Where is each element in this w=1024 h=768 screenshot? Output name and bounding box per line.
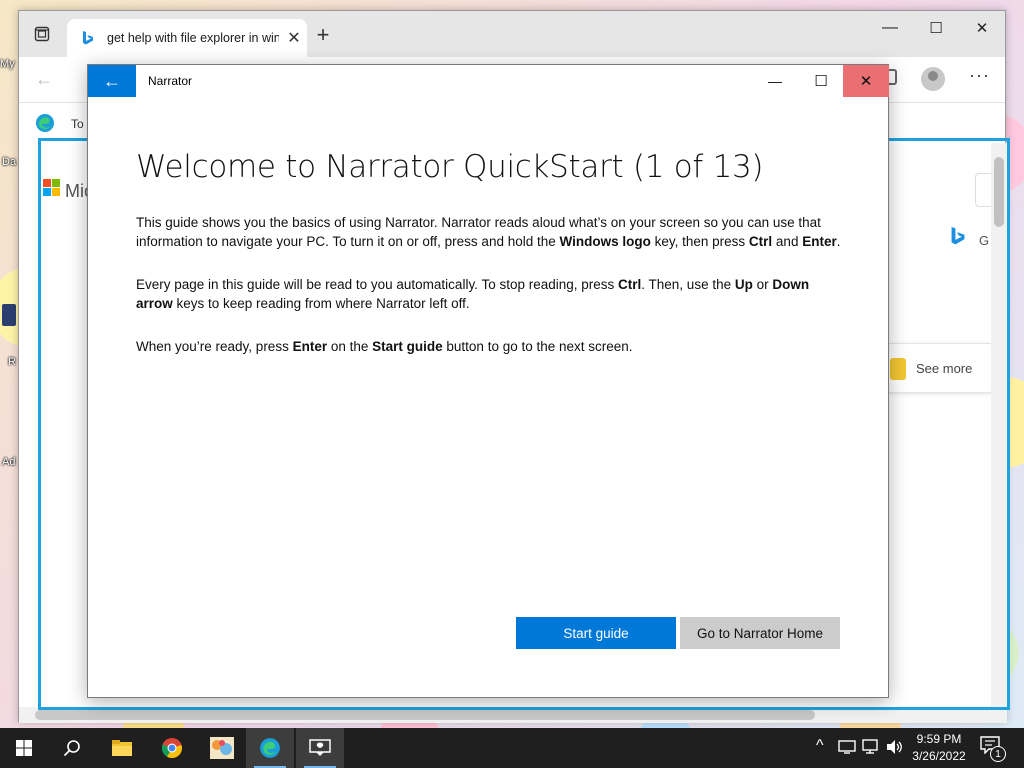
search-button[interactable] [48,728,96,768]
reading-paragraph: Every page in this guide will be read to… [136,277,810,311]
tab-title: get help with file explorer in wind [107,31,279,45]
narrator-maximize-button[interactable]: ☐ [798,65,844,97]
clock-date[interactable]: 3/26/2022 [900,749,978,763]
start-guide-button[interactable]: Start guide [516,617,676,649]
see-more-card[interactable]: See more [885,343,995,393]
narrator-close-button[interactable]: ✕ [843,65,889,97]
taskbar-edge[interactable] [246,728,294,768]
desktop-icon-label[interactable]: Ad [2,456,15,468]
browser-tab-active[interactable]: get help with file explorer in wind ✕ [67,19,307,57]
page-title: Welcome to Narrator QuickStart (1 of 13) [136,149,764,185]
see-more-label: See more [916,360,973,376]
tab-close-button[interactable]: ✕ [285,28,303,48]
taskbar-narrator[interactable] [296,728,344,768]
tab-actions-icon [34,26,50,42]
bing-side-text: G [979,233,990,248]
network-icon[interactable] [838,739,856,758]
taskbar-chrome[interactable] [148,728,196,768]
start-instruction-paragraph: When you’re ready, press Enter on the St… [136,339,633,354]
folder-icon [112,740,132,756]
desktop-icon-label[interactable]: R [8,356,16,368]
start-button[interactable] [0,728,48,768]
bing-favicon-icon [79,29,97,47]
taskbar: ^ 9:59 PM 3/26/2022 1 [0,728,1024,768]
narrator-icon [309,739,331,756]
taskbar-file-explorer[interactable] [98,728,146,768]
tab-actions-button[interactable] [31,23,53,45]
settings-more-button[interactable]: ··· [969,65,990,86]
edge-logo-icon[interactable] [35,113,55,138]
profile-avatar-button[interactable] [921,67,945,91]
narrator-home-button[interactable]: Go to Narrator Home [680,617,840,649]
bing-logo-icon[interactable] [949,225,967,252]
browser-maximize-button[interactable]: ☐ [913,13,959,43]
tray-overflow-chevron-icon[interactable]: ^ [816,737,824,755]
browser-back-button[interactable]: ← [35,69,53,90]
desktop-icon-label[interactable]: My [0,58,15,70]
narrator-window-title: Narrator [148,74,193,88]
taskbar-photo-app[interactable] [198,728,246,768]
narrator-titlebar: ← Narrator — ☐ ✕ [88,65,889,97]
page-vertical-scrollbar[interactable] [991,143,1007,723]
desktop-icon-label[interactable]: Da [2,156,16,168]
browser-close-button[interactable]: ✕ [959,13,1005,43]
narrator-content: Welcome to Narrator QuickStart (1 of 13)… [136,149,846,356]
browser-minimize-button[interactable]: — [867,13,913,43]
narrator-quickstart-window: ← Narrator — ☐ ✕ Welcome to Narrator Qui… [87,64,889,698]
page-horizontal-scrollbar[interactable] [19,707,991,723]
narrator-back-button[interactable]: ← [88,65,136,97]
chrome-icon [161,738,182,759]
edge-icon [260,738,280,758]
microsoft-logo-icon[interactable] [43,179,60,196]
desktop-app-icon[interactable] [2,304,16,326]
folder-icon [890,358,906,380]
intro-paragraph: This guide shows you the basics of using… [136,215,841,249]
new-tab-button[interactable]: + [311,22,335,47]
scrollbar-thumb[interactable] [994,157,1004,227]
image-app-icon [210,737,234,759]
notification-count-badge: 1 [990,746,1006,762]
tab-strip: get help with file explorer in wind ✕ + … [19,11,1005,57]
windows-logo-icon [16,740,32,756]
clock-time[interactable]: 9:59 PM [900,732,978,746]
narrator-minimize-button[interactable]: — [752,65,798,97]
page-text-fragment: To [71,117,84,131]
monitor-icon[interactable] [862,739,880,758]
scrollbar-thumb[interactable] [35,710,815,720]
search-icon [63,740,80,757]
